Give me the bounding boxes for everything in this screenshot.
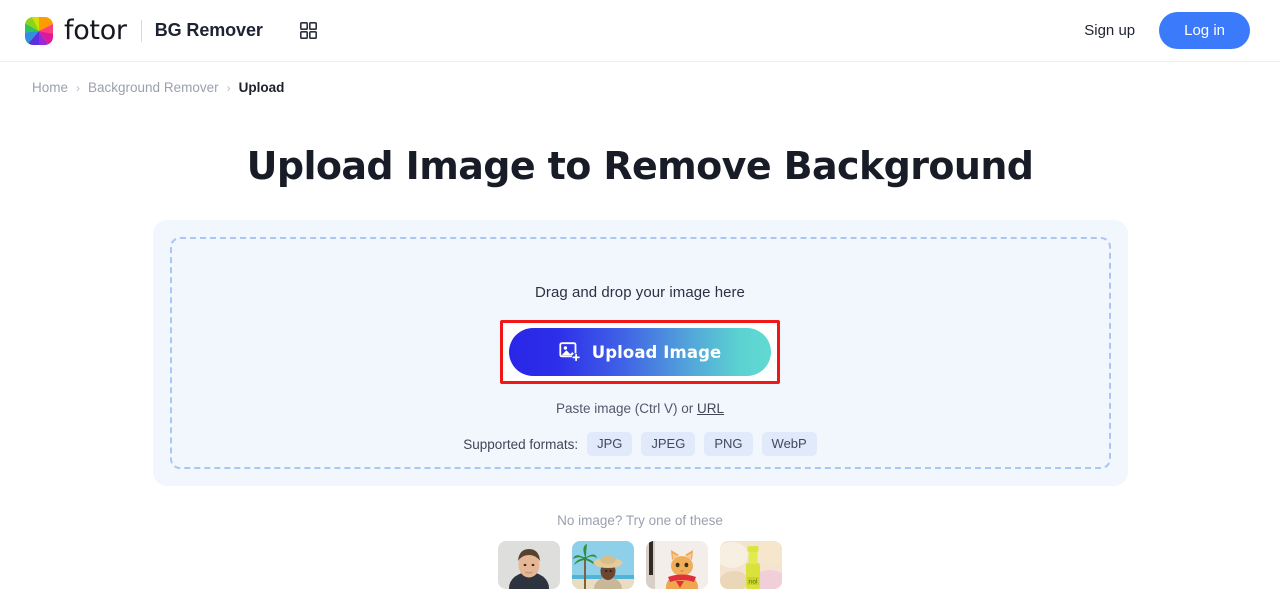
- image-add-icon: [559, 341, 581, 363]
- svg-text:nol: nol: [748, 579, 757, 586]
- paste-hint-text: Paste image (Ctrl V) or: [555, 401, 698, 416]
- sample-cat-bandana[interactable]: [646, 541, 708, 589]
- grid-apps-icon[interactable]: [296, 18, 322, 44]
- log-in-button[interactable]: Log in: [1159, 12, 1250, 49]
- logo-wordmark: fotor: [64, 15, 127, 46]
- format-badge-webp[interactable]: WebP: [761, 432, 817, 456]
- brand-divider: [140, 19, 142, 42]
- upload-image-button-label: Upload Image: [591, 342, 722, 362]
- main-content: Upload Image to Remove Background Drag a…: [0, 95, 1280, 589]
- app-header: fotor BG Remover Sign up Log in: [0, 0, 1280, 62]
- breadcrumb: Home › Background Remover › Upload: [0, 62, 1280, 95]
- upload-button-highlight: Upload Image: [500, 320, 780, 384]
- sample-images-row: nol: [498, 541, 782, 589]
- upload-dropzone[interactable]: Drag and drop your image here Upload Ima…: [169, 237, 1111, 469]
- breadcrumb-separator: ›: [76, 80, 81, 95]
- format-badge-jpg[interactable]: JPG: [587, 432, 633, 456]
- upload-image-button[interactable]: Upload Image: [509, 328, 771, 376]
- sign-up-link[interactable]: Sign up: [1084, 22, 1135, 39]
- breadcrumb-item-background-remover[interactable]: Background Remover: [88, 80, 219, 95]
- drag-drop-hint: Drag and drop your image here: [535, 284, 745, 301]
- samples-label: No image? Try one of these: [557, 513, 723, 528]
- brand-logo[interactable]: fotor: [25, 15, 127, 46]
- upload-panel: Drag and drop your image here Upload Ima…: [152, 220, 1128, 486]
- breadcrumb-item-upload: Upload: [238, 80, 285, 95]
- sample-man-portrait[interactable]: [498, 541, 560, 589]
- format-badge-png[interactable]: PNG: [704, 432, 753, 456]
- format-badge-jpeg[interactable]: JPEG: [641, 432, 696, 456]
- breadcrumb-separator: ›: [226, 80, 231, 95]
- paste-hint: Paste image (Ctrl V) or URL: [556, 401, 724, 416]
- page-title: Upload Image to Remove Background: [246, 144, 1034, 188]
- paste-url-link[interactable]: URL: [697, 401, 724, 416]
- sample-cosmetic-bottle[interactable]: nol: [720, 541, 782, 589]
- breadcrumb-item-home[interactable]: Home: [32, 80, 68, 95]
- product-name: BG Remover: [154, 20, 263, 40]
- fotor-color-wheel-logo-icon: [25, 16, 53, 45]
- sample-woman-beach-hat[interactable]: [572, 541, 634, 589]
- supported-formats-label: Supported formats:: [463, 436, 579, 452]
- supported-formats: Supported formats: JPG JPEG PNG WebP: [463, 432, 817, 456]
